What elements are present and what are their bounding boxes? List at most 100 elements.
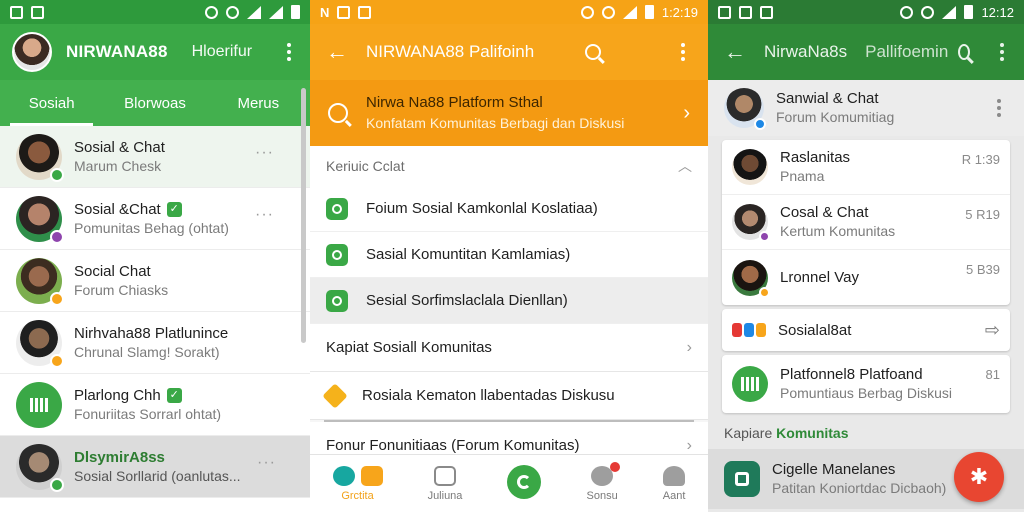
nav-social[interactable]: Sonsu — [587, 461, 620, 502]
platform-icon — [732, 366, 768, 402]
compose-fab-icon[interactable]: ✱ — [954, 452, 1004, 502]
tab-bar: Sosiah Blorwoas Merus — [0, 80, 310, 126]
image-icon — [760, 5, 773, 19]
list-item[interactable]: Kapiat Sosiall Komunitas › — [310, 324, 708, 372]
compose-icon — [507, 464, 542, 499]
list-item[interactable]: Raslanitas Pnama R 1:39 — [722, 140, 1010, 195]
tab-sosiah[interactable]: Sosiah — [0, 80, 103, 126]
clock-icon — [601, 5, 615, 19]
platform-card[interactable]: Platfonnel8 Platfoand Pomuntiaus Berbag D… — [722, 355, 1010, 413]
list-item[interactable]: Sesial Sorfimslaclala Dienllan) — [310, 278, 708, 324]
list-item[interactable]: Plarlong Chh ✓ Fonuriitas Sorrarl ohtat) — [0, 374, 310, 436]
chat-name: Nirhvaha88 Platlunince — [74, 324, 229, 342]
avatar — [16, 443, 64, 492]
heart-icon — [326, 243, 348, 266]
forum-icon — [326, 197, 348, 220]
back-arrow-icon[interactable]: ← — [724, 39, 746, 65]
platform-subtitle: Pomuntiaus Berbag Diskusi — [780, 385, 952, 401]
list-item[interactable]: Cosal & Chat Kertum Komunitas 5 R19 — [722, 195, 1010, 250]
list-item[interactable]: Foium Sosial Kamkonlal Koslatiaa) — [310, 186, 708, 232]
label-icon[interactable]: ⇨ — [985, 320, 1000, 341]
chat-name: Sanwial & Chat — [776, 90, 879, 107]
nav-account[interactable]: Aant — [663, 465, 685, 502]
notification-icon — [718, 5, 731, 19]
search-icon[interactable] — [958, 44, 971, 60]
nav-home[interactable]: Grctita — [332, 465, 383, 502]
chat-name: Sosial &Chat — [74, 200, 161, 218]
alarm-icon — [900, 5, 914, 19]
list-item[interactable]: Nirhvaha88 Platlunince Chrunal Slamg! Sor… — [0, 312, 310, 374]
list-item[interactable]: Sosial &Chat ✓ Pomunitas Behag (ohtat) ··· — [0, 188, 310, 250]
timestamp: 5 B39 — [966, 262, 1000, 277]
back-arrow-icon[interactable]: ← — [326, 39, 348, 65]
more-options-icon[interactable] — [996, 43, 1008, 61]
app-subtitle: Hloerifur — [191, 43, 253, 60]
chat-list-screen: NIRWANA88 Hloerifur Sosiah Blorwoas Meru… — [0, 0, 310, 512]
status-badge — [759, 231, 770, 242]
nav-label: Juliuna — [427, 489, 463, 502]
tab-merus[interactable]: Merus — [207, 80, 310, 126]
notification-icon — [358, 5, 372, 19]
clock-icon — [226, 5, 239, 19]
platform-title: Platfonnel8 Platfoand — [780, 366, 923, 383]
banner-title: Nirwa Na88 Platform Sthal — [366, 94, 543, 111]
gallery-icon — [31, 5, 44, 19]
chat-preview: Forum Komumitiag — [776, 109, 895, 125]
section-title: Keriuic Cclat — [326, 158, 405, 174]
section-header: Kapiare Komunitas — [708, 417, 1024, 445]
battery-icon — [964, 5, 974, 19]
list-item[interactable]: Social Chat Forum Chiasks — [0, 250, 310, 312]
list-item[interactable]: Sosial & Chat Marum Chesk ··· — [0, 126, 310, 188]
avatar — [16, 319, 64, 368]
online-badge — [50, 477, 64, 492]
list-item[interactable]: DlsymirA8ss Sosial Sorllarid (oanlutas...… — [0, 436, 310, 498]
list-item[interactable]: Sasial Komuntitan Kamlamias) — [310, 232, 708, 278]
more-options-icon[interactable] — [990, 99, 1008, 117]
n-notification-icon: N — [320, 4, 330, 20]
tab-blorwoas[interactable]: Blorwoas — [103, 80, 206, 126]
gallery-icon — [739, 5, 752, 19]
gallery-icon — [337, 5, 351, 19]
more-icon[interactable]: ··· — [257, 454, 276, 472]
list-item[interactable]: Sanwial & Chat Forum Komumitiag — [708, 80, 1024, 136]
chat-list: Sosial & Chat Marum Chesk ··· Sosial &Cha… — [0, 126, 310, 498]
alarm-icon — [205, 5, 218, 19]
item-label: Sasial Komuntitan Kamlamias) — [366, 246, 571, 263]
chevron-up-icon[interactable]: ︿ — [678, 156, 692, 176]
banner-subtitle: Konfatam Komunitas Berbagi dan Diskusi — [366, 115, 625, 131]
app-title: NirwaNa8s — [764, 42, 848, 61]
notification-icon — [10, 5, 23, 19]
item-label: Kapiat Sosiall Komunitas — [326, 339, 492, 356]
community-icon — [724, 461, 760, 497]
clock-icon — [921, 5, 935, 19]
signal-icon — [269, 5, 283, 19]
scrollbar[interactable] — [301, 88, 306, 343]
search-icon[interactable] — [585, 44, 602, 60]
avatar — [732, 259, 770, 298]
more-options-icon[interactable] — [280, 43, 298, 61]
nav-journal[interactable]: Juliuna — [427, 465, 463, 502]
more-options-icon[interactable] — [674, 43, 692, 61]
chat-preview: Fonuriitas Sorrarl ohtat) — [74, 405, 222, 422]
status-badge — [759, 286, 770, 298]
section-header[interactable]: Keriuic Cclat ︿ — [310, 146, 708, 186]
status-badge — [50, 229, 64, 244]
nav-center[interactable] — [507, 464, 542, 499]
chat-name: Social Chat — [74, 262, 151, 280]
section-prefix: Kapiare — [724, 425, 773, 441]
document-icon — [433, 465, 456, 486]
chat-preview: Forum Chiasks — [74, 281, 169, 298]
list-item[interactable]: Lronnel Vay 5 B39 — [722, 250, 1010, 305]
more-icon[interactable]: ··· — [255, 144, 274, 162]
notification-dot — [609, 461, 620, 472]
section-highlight: Komunitas — [776, 425, 849, 441]
status-bar — [0, 0, 310, 24]
search-banner[interactable]: Nirwa Na88 Platform Sthal Konfatam Komuni… — [310, 80, 708, 146]
more-icon[interactable]: ··· — [255, 206, 274, 224]
user-avatar-icon[interactable] — [12, 32, 52, 72]
shortcut-card[interactable]: Sosialal8at ⇨ — [722, 309, 1010, 351]
battery-icon — [291, 5, 300, 19]
list-item[interactable]: Rosiala Kematon llabentadas Diskusu — [310, 372, 708, 420]
avatar — [16, 257, 64, 306]
bottom-navigation: Grctita Juliuna Sonsu Aant — [310, 454, 708, 512]
